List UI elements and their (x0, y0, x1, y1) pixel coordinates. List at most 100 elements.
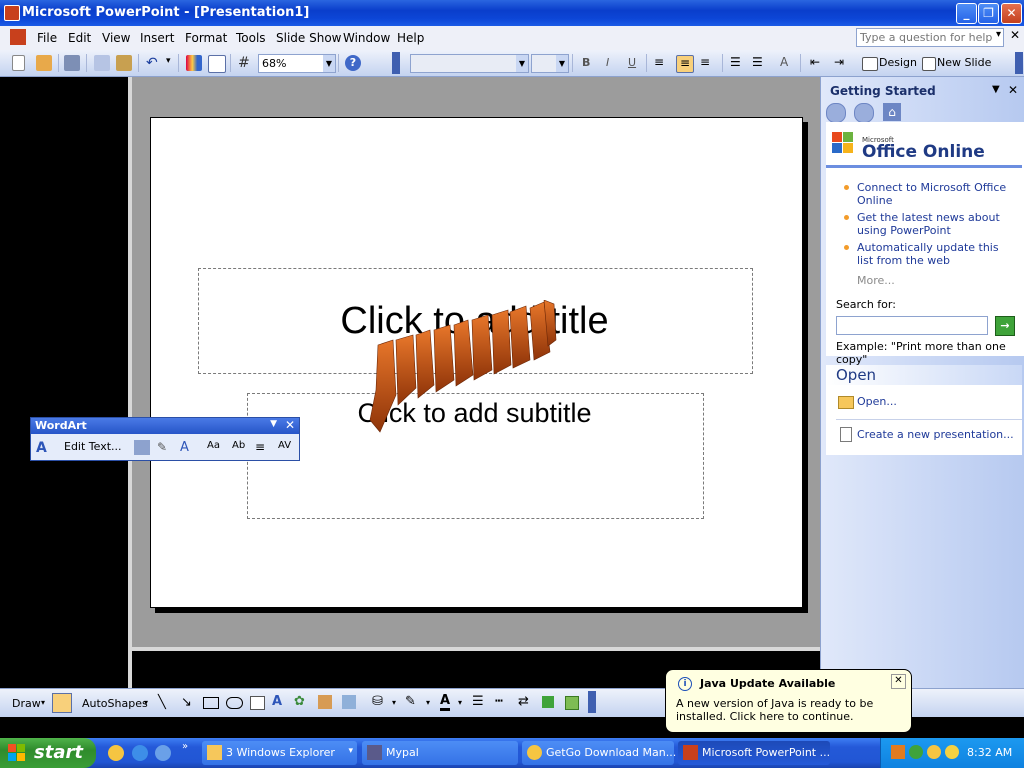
document-icon[interactable] (10, 29, 26, 45)
toolbar-options-icon[interactable] (1015, 52, 1023, 74)
menu-view[interactable]: View (102, 31, 130, 45)
new-file-icon[interactable] (12, 55, 25, 71)
grid-icon[interactable]: # (238, 55, 254, 71)
quicklaunch-browser-icon[interactable] (155, 745, 171, 761)
wordart-alignment-icon[interactable]: ≡ (255, 440, 271, 455)
open-file-icon[interactable] (36, 55, 52, 71)
chevron-down-icon[interactable]: ▼ (270, 419, 277, 429)
menu-slide-show[interactable]: Slide Show (276, 31, 341, 45)
menu-help[interactable]: Help (397, 31, 424, 45)
toolbar-options-icon[interactable] (392, 52, 400, 74)
increase-font-icon[interactable]: A (780, 55, 796, 71)
chevron-down-icon[interactable]: ▾ (426, 698, 430, 707)
taskbar-button-getgo[interactable]: GetGo Download Man... (522, 741, 676, 765)
clip-art-icon[interactable] (318, 695, 332, 709)
help-icon[interactable]: ? (345, 55, 361, 71)
insert-table-icon[interactable] (208, 55, 226, 73)
chevron-down-icon[interactable]: ▾ (166, 56, 171, 66)
decrease-indent-icon[interactable]: ⇤ (810, 55, 826, 71)
line-style-icon[interactable]: ☰ (472, 694, 484, 709)
menu-file[interactable]: File (37, 31, 57, 45)
wordart-gallery-icon[interactable] (134, 440, 150, 455)
align-right-icon[interactable]: ≡ (700, 55, 716, 71)
close-button[interactable]: ✕ (1001, 3, 1022, 24)
wordart-vertical-text-icon[interactable]: Ab (232, 440, 248, 455)
menu-edit[interactable]: Edit (68, 31, 91, 45)
slides-pane[interactable] (0, 77, 128, 688)
insert-wordart-icon[interactable]: A (36, 440, 52, 456)
undo-icon[interactable]: ↶ (146, 55, 162, 71)
wordart-character-spacing-icon[interactable]: AV (278, 440, 294, 455)
help-search-input[interactable]: Type a question for help ▾ (856, 28, 1004, 47)
create-presentation-link[interactable]: Create a new presentation... (857, 428, 1017, 441)
autoshapes-menu-button[interactable]: AutoShapes (82, 697, 148, 710)
design-button[interactable]: Design (879, 56, 917, 69)
underline-button[interactable]: U (628, 56, 636, 69)
chevron-down-icon[interactable]: ▼ (992, 84, 1000, 95)
clock[interactable]: 8:32 AM (967, 746, 1012, 759)
chevron-down-icon[interactable]: ▼ (516, 55, 528, 72)
chevron-down-icon[interactable]: ▾ (144, 698, 148, 707)
maximize-button[interactable]: ❐ (978, 3, 999, 24)
picture-icon[interactable] (342, 695, 356, 709)
link-connect-office-online[interactable]: Connect to Microsoft Office Online (857, 181, 1017, 207)
line-tool-icon[interactable]: ╲ (158, 695, 166, 710)
link-latest-news[interactable]: Get the latest news about using PowerPoi… (857, 211, 1017, 237)
fill-color-icon[interactable]: ⛁ (372, 694, 383, 709)
toolbar-options-icon[interactable] (588, 691, 596, 713)
new-slide-icon[interactable] (922, 57, 936, 71)
3d-style-icon[interactable] (565, 696, 579, 710)
close-icon[interactable]: ✕ (891, 674, 906, 689)
copy-icon[interactable] (94, 55, 110, 71)
chevron-down-icon[interactable]: ▼ (323, 55, 335, 72)
close-document-icon[interactable]: ✕ (1010, 28, 1020, 42)
shadow-style-icon[interactable] (542, 696, 554, 708)
quicklaunch-getgo-icon[interactable] (108, 745, 124, 761)
edit-text-button[interactable]: Edit Text... (64, 440, 122, 453)
more-link[interactable]: More... (857, 274, 895, 287)
menu-window[interactable]: Window (343, 31, 390, 45)
chevron-down-icon[interactable]: ▾ (996, 29, 1001, 40)
link-auto-update[interactable]: Automatically update this list from the … (857, 241, 1017, 267)
getgo-tray-icon[interactable] (927, 745, 941, 759)
align-center-icon[interactable]: ≡ (676, 55, 694, 73)
insert-wordart-icon[interactable]: A (272, 694, 282, 709)
chevron-right-icon[interactable]: » (182, 741, 188, 752)
chevron-down-icon[interactable]: ▾ (458, 698, 462, 707)
chevron-down-icon[interactable]: ▾ (41, 698, 45, 707)
title-bar[interactable]: Microsoft PowerPoint - [Presentation1] _… (0, 0, 1024, 26)
diagram-icon[interactable]: ✿ (294, 694, 305, 709)
chevron-down-icon[interactable]: ▾ (392, 698, 396, 707)
select-objects-icon[interactable] (52, 693, 72, 713)
arrow-tool-icon[interactable]: ↘ (181, 695, 192, 710)
dash-style-icon[interactable]: ┅ (495, 694, 503, 709)
wordart-toolbar-titlebar[interactable]: WordArt ▼ ✕ (31, 418, 299, 434)
wordart-same-height-icon[interactable]: Aa (207, 440, 223, 455)
paste-icon[interactable] (116, 55, 132, 71)
powerpoint-app-icon[interactable] (4, 5, 20, 21)
font-color-icon[interactable]: A (440, 693, 451, 711)
new-slide-button[interactable]: New Slide (937, 56, 991, 69)
menu-format[interactable]: Format (185, 31, 227, 45)
balloon-body[interactable]: A new version of Java is ready to be ins… (676, 697, 906, 723)
home-icon[interactable]: ⌂ (883, 103, 901, 121)
open-link[interactable]: Open... (857, 395, 1017, 408)
zoom-select[interactable]: 68% ▼ (258, 54, 336, 73)
search-input[interactable] (836, 316, 988, 335)
chevron-down-icon[interactable]: ▼ (556, 55, 568, 72)
search-go-button[interactable]: → (995, 316, 1015, 336)
line-color-icon[interactable]: ✎ (405, 694, 416, 709)
wordart-object[interactable] (368, 300, 558, 435)
text-box-icon[interactable] (250, 696, 265, 710)
insert-chart-icon[interactable] (186, 55, 202, 71)
chevron-down-icon[interactable]: ▾ (348, 746, 353, 756)
close-icon[interactable]: ✕ (1008, 83, 1018, 97)
print-icon[interactable] (64, 55, 80, 71)
java-update-icon[interactable] (891, 745, 905, 759)
font-size-select[interactable]: ▼ (531, 54, 569, 73)
design-icon[interactable] (862, 57, 878, 71)
numbering-icon[interactable]: ☰ (730, 55, 746, 71)
italic-button[interactable]: I (606, 56, 609, 69)
bullets-icon[interactable]: ☰ (752, 55, 768, 71)
java-update-balloon[interactable]: i Java Update Available ✕ A new version … (665, 669, 912, 733)
